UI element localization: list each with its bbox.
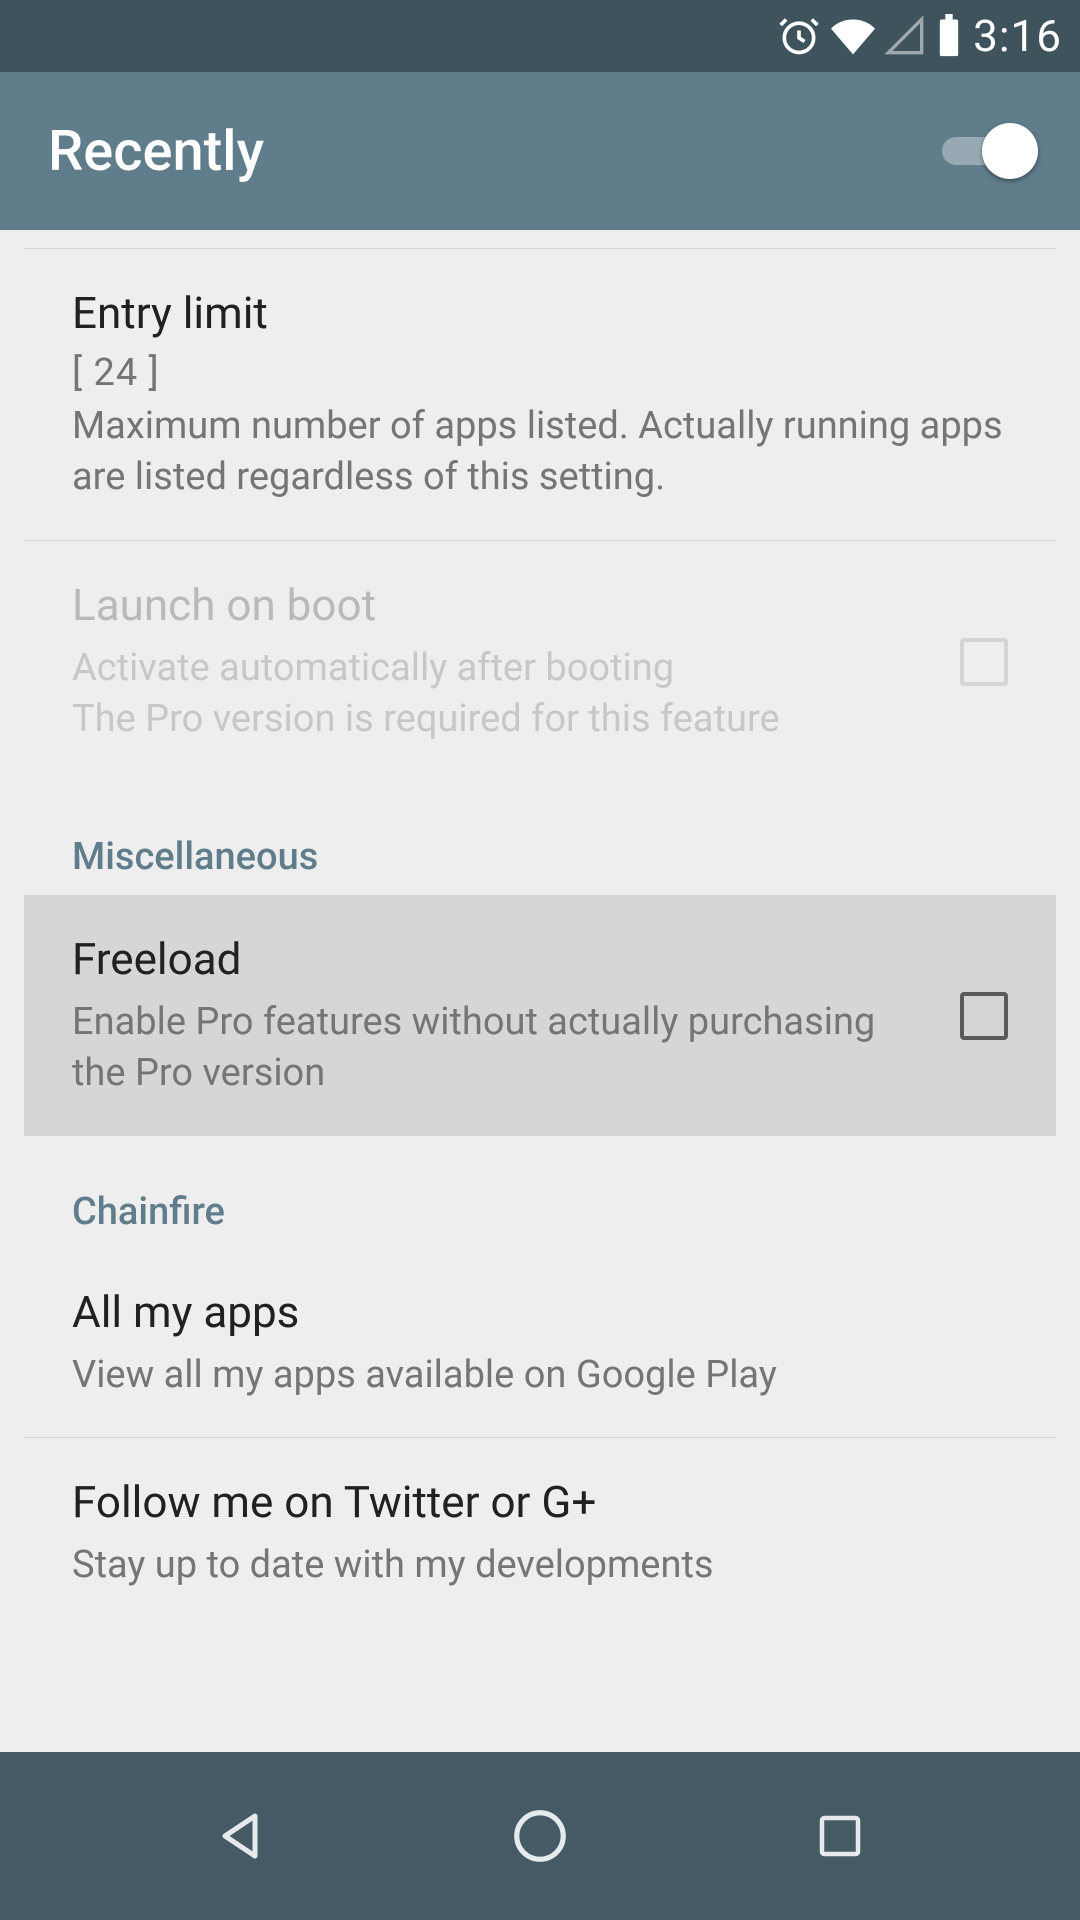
pref-title: Follow me on Twitter or G+	[72, 1476, 1008, 1528]
pref-entry-limit[interactable]: Entry limit [ 24 ] Maximum number of app…	[0, 249, 1080, 540]
pref-freeload[interactable]: Freeload Enable Pro features without act…	[24, 895, 1056, 1136]
checkbox-icon	[960, 638, 1008, 686]
pref-summary: Maximum number of apps listed. Actually …	[72, 401, 1008, 504]
status-bar: 3:16	[0, 0, 1080, 72]
pref-summary: View all my apps available on Google Pla…	[72, 1350, 1008, 1401]
pref-launch-on-boot: Launch on boot Activate automatically af…	[0, 541, 1080, 782]
pref-title: Launch on boot	[72, 579, 930, 631]
pref-title: All my apps	[72, 1286, 1008, 1338]
navigation-bar	[0, 1752, 1080, 1920]
alarm-icon	[777, 14, 821, 58]
settings-list: Entry limit [ 24 ] Maximum number of app…	[0, 230, 1080, 1752]
checkbox-icon[interactable]	[960, 992, 1008, 1040]
pref-summary: Enable Pro features without actually pur…	[72, 997, 930, 1100]
pref-title: Entry limit	[72, 287, 1008, 339]
pref-summary: Stay up to date with my developments	[72, 1540, 1008, 1591]
category-chainfire: Chainfire	[0, 1136, 1080, 1248]
app-bar: Recently	[0, 72, 1080, 230]
cellular-empty-icon	[885, 16, 925, 56]
master-toggle[interactable]	[938, 121, 1038, 181]
pref-follow-social[interactable]: Follow me on Twitter or G+ Stay up to da…	[0, 1438, 1080, 1627]
pref-summary: Activate automatically after booting The…	[72, 643, 930, 746]
pref-title: Freeload	[72, 933, 930, 985]
wifi-icon	[831, 14, 875, 58]
pref-all-my-apps[interactable]: All my apps View all my apps available o…	[0, 1248, 1080, 1437]
app-title: Recently	[48, 118, 264, 184]
pref-value: [ 24 ]	[72, 351, 1008, 395]
status-clock: 3:16	[973, 10, 1062, 62]
battery-icon	[935, 14, 963, 58]
home-button[interactable]	[480, 1776, 600, 1896]
back-button[interactable]	[180, 1776, 300, 1896]
recents-button[interactable]	[780, 1776, 900, 1896]
category-miscellaneous: Miscellaneous	[0, 781, 1080, 893]
